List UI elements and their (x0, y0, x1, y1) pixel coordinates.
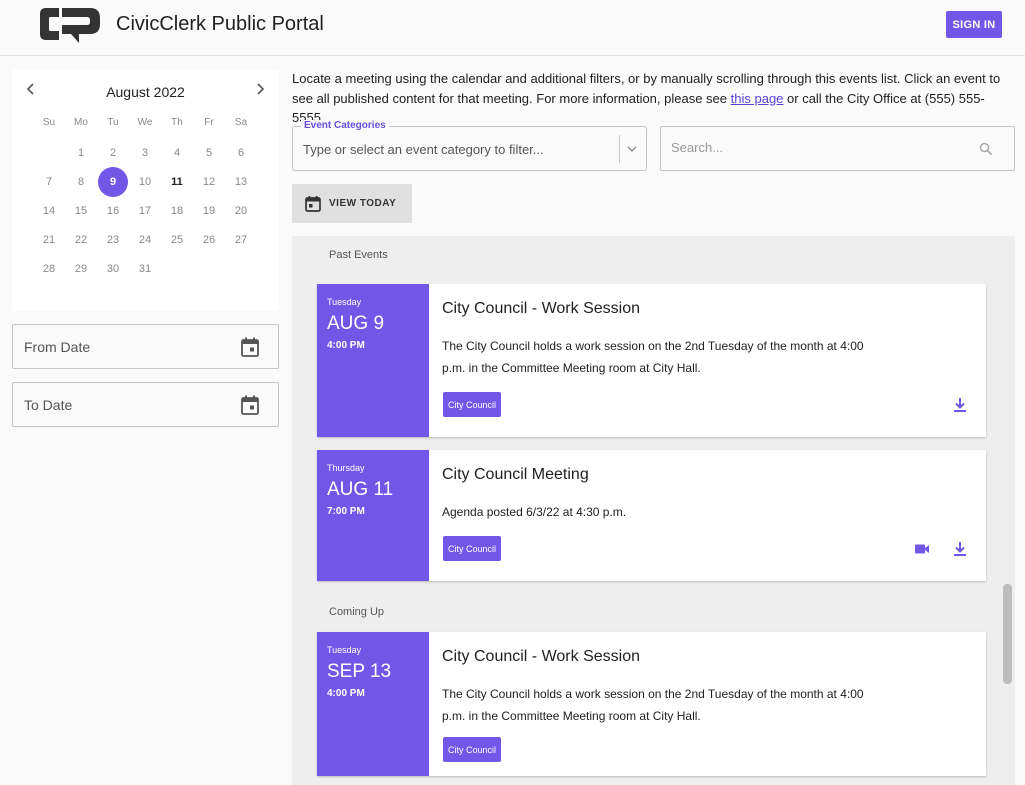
from-date-label: From Date (24, 339, 91, 355)
coming-up-heading: Coming Up (329, 606, 385, 618)
calendar-day[interactable]: 14 (34, 196, 64, 226)
calendar-day[interactable]: 28 (34, 254, 64, 284)
event-card[interactable]: Thursday AUG 11 7:00 PM City Council Mee… (317, 450, 986, 581)
app-header: CivicClerk Public Portal SIGN IN (0, 0, 1025, 56)
event-weekday: Tuesday (327, 297, 362, 307)
calendar-day[interactable]: 19 (194, 196, 224, 226)
calendar-day[interactable]: 5 (194, 138, 224, 168)
app-title: CivicClerk Public Portal (116, 13, 324, 35)
event-time: 7:00 PM (327, 506, 365, 517)
calendar-day[interactable]: 9 (98, 167, 128, 197)
calendar-day[interactable]: 13 (226, 167, 256, 197)
calendar-day[interactable]: 30 (98, 254, 128, 284)
calendar-icon[interactable] (241, 395, 259, 415)
calendar-day[interactable]: 24 (130, 225, 160, 255)
event-category-placeholder: Type or select an event category to filt… (303, 142, 544, 157)
event-category-tag[interactable]: City Council (443, 392, 502, 417)
calendar-day[interactable]: 7 (34, 167, 64, 197)
to-date-label: To Date (24, 397, 73, 413)
event-category-tag[interactable]: City Council (443, 737, 502, 762)
calendar-day[interactable]: 23 (98, 225, 128, 255)
weekday-header: Su (42, 117, 56, 128)
calendar-day[interactable]: 31 (130, 254, 160, 284)
event-time: 4:00 PM (327, 340, 365, 351)
search-icon[interactable] (979, 142, 993, 156)
view-today-button[interactable]: VIEW TODAY (292, 184, 412, 223)
calendar-day[interactable]: 8 (66, 167, 96, 197)
calendar-day[interactable]: 27 (226, 225, 256, 255)
video-icon[interactable] (914, 541, 930, 557)
event-date-block: Thursday AUG 11 7:00 PM (317, 450, 429, 581)
from-date-field[interactable]: From Date (12, 324, 279, 369)
event-description: Agenda posted 6/3/22 at 4:30 p.m. (442, 505, 627, 519)
event-date: SEP 13 (327, 661, 392, 682)
download-icon[interactable] (952, 541, 968, 557)
calendar-day[interactable]: 6 (226, 138, 256, 168)
event-title[interactable]: City Council Meeting (442, 466, 589, 484)
calendar-day[interactable]: 3 (130, 138, 160, 168)
download-icon[interactable] (952, 397, 968, 413)
event-title[interactable]: City Council - Work Session (442, 300, 640, 318)
calendar-day[interactable]: 26 (194, 225, 224, 255)
scrollbar-thumb[interactable] (1003, 584, 1012, 684)
weekday-header: Fr (204, 117, 214, 128)
this-page-link[interactable]: this page (731, 91, 784, 106)
select-divider (619, 135, 620, 163)
calendar-day[interactable]: 20 (226, 196, 256, 226)
weekday-header: Tu (107, 117, 119, 128)
calendar-day[interactable]: 12 (194, 167, 224, 197)
calendar-day[interactable]: 29 (66, 254, 96, 284)
weekday-header: Sa (234, 117, 248, 128)
calendar-day[interactable]: 18 (162, 196, 192, 226)
event-category-legend: Event Categories (301, 120, 389, 131)
calendar-month-label: August 2022 (106, 84, 185, 100)
calendar-day[interactable]: 22 (66, 225, 96, 255)
event-weekday: Thursday (327, 463, 365, 473)
calendar-day[interactable]: 1 (66, 138, 96, 168)
event-date: AUG 9 (327, 313, 385, 334)
calendar-day[interactable]: 21 (34, 225, 64, 255)
weekday-header: Mo (74, 117, 88, 128)
event-category-select[interactable]: Event Categories Type or select an event… (292, 120, 647, 171)
calendar-day[interactable]: 17 (130, 196, 160, 226)
weekday-header: Th (171, 117, 183, 128)
to-date-field[interactable]: To Date (12, 382, 279, 427)
events-list[interactable]: Past Events Tuesday AUG 9 4:00 PM City C… (292, 236, 1015, 785)
calendar-today-icon (305, 195, 321, 212)
event-time: 4:00 PM (327, 688, 365, 699)
chevron-down-icon[interactable] (626, 143, 638, 155)
event-category-tag[interactable]: City Council (443, 536, 502, 561)
weekday-header: We (137, 117, 153, 128)
past-events-heading: Past Events (329, 249, 388, 261)
event-description: The City Council holds a work session on… (442, 339, 864, 375)
calendar-day[interactable]: 4 (162, 138, 192, 168)
calendar-icon[interactable] (241, 337, 259, 357)
event-date: AUG 11 (327, 479, 394, 500)
calendar-day[interactable]: 11 (162, 167, 192, 197)
calendar-day[interactable]: 15 (66, 196, 96, 226)
event-title[interactable]: City Council - Work Session (442, 648, 640, 666)
calendar-day[interactable]: 10 (130, 167, 160, 197)
event-card[interactable]: Tuesday SEP 13 4:00 PM City Council - Wo… (317, 632, 986, 776)
intro-text: Locate a meeting using the calendar and … (292, 69, 1017, 128)
chevron-right-icon[interactable] (252, 81, 268, 97)
event-weekday: Tuesday (327, 645, 362, 655)
sign-in-button[interactable]: SIGN IN (946, 11, 1002, 38)
event-description: The City Council holds a work session on… (442, 687, 864, 723)
mini-calendar: August 2022 Su Mo Tu We Th Fr Sa 1 2 3 4 5 6 7 8 9 10 11 1… (12, 69, 279, 311)
event-date-block: Tuesday SEP 13 4:00 PM (317, 632, 429, 776)
event-date-block: Tuesday AUG 9 4:00 PM (317, 284, 429, 437)
search-input[interactable] (671, 140, 971, 155)
calendar-day[interactable]: 25 (162, 225, 192, 255)
event-card[interactable]: Tuesday AUG 9 4:00 PM City Council - Wor… (317, 284, 986, 437)
civicclerk-logo[interactable] (40, 5, 102, 43)
search-field[interactable] (660, 126, 1015, 171)
calendar-day[interactable]: 2 (98, 138, 128, 168)
calendar-day[interactable]: 16 (98, 196, 128, 226)
view-today-label: VIEW TODAY (329, 198, 397, 209)
